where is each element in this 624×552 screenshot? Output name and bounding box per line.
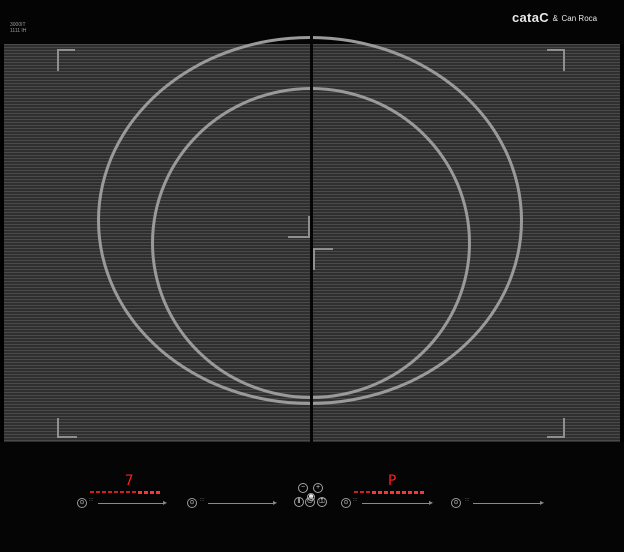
level-led-segment [120,491,124,493]
right-rear-zone-select-button[interactable]: ⊙ [451,498,461,508]
model-marking: 3000IT 1111 IH [10,22,27,34]
lock-button[interactable]: ⚿ [317,497,327,507]
right-rear-zone-slider-arrow-icon: ▸ [540,498,545,507]
right-zone-slider-arrow-icon: ▸ [429,498,434,507]
right-zone-mode-icons: ::: [353,497,358,503]
logo-brand-text: cata [512,10,540,25]
left-rear-zone-power-slider[interactable] [208,503,274,504]
level-led-segment [96,491,100,493]
level-led-segment [102,491,106,493]
level-led-segment [114,491,118,493]
level-led-segment [132,491,136,493]
right-rear-zone-power-slider[interactable] [473,503,541,504]
level-led-segment [138,490,142,494]
level-led-segment [372,490,376,494]
left-zone-power-display: 7 [125,473,134,489]
level-led-segment [402,490,406,494]
right-zone-power-display: P [388,473,397,489]
level-led-segment [366,491,370,493]
level-led-segment [396,490,400,494]
logo-ampersand: & [552,14,558,24]
logo-brand-mark: C [539,10,549,25]
left-zone-select-button[interactable]: ⊙ [77,498,87,508]
level-led-segment [390,490,394,494]
level-led-segment [108,491,112,493]
corner-mark-bottom-left [57,418,77,438]
corner-mark-bottom-right [547,418,565,438]
minus-button[interactable]: − [298,483,308,493]
power-button[interactable]: ⏻ [305,497,315,507]
right-zone-level-indicator [354,490,424,494]
level-led-segment [150,490,154,494]
left-rear-zone-mode-icons: ::: [200,497,205,503]
level-led-segment [144,490,148,494]
induction-hob: 3000IT 1111 IH cataC & Can Roca 7 ⊙ ::: … [0,0,624,552]
zone-divider-line [310,36,313,450]
left-zone-level-indicator [90,490,160,494]
corner-mark-top-left [57,49,75,71]
center-mark-left [288,216,310,238]
left-zone-power-slider[interactable] [98,503,164,504]
right-rear-zone-mode-icons: ::: [465,497,470,503]
right-zone-power-slider[interactable] [362,503,430,504]
left-rear-zone-slider-arrow-icon: ▸ [273,498,278,507]
right-zone-select-button[interactable]: ⊙ [341,498,351,508]
level-led-segment [378,490,382,494]
level-led-segment [360,491,364,493]
level-led-segment [408,490,412,494]
left-zone-slider-arrow-icon: ▸ [163,498,168,507]
corner-mark-top-right [547,49,565,71]
level-led-segment [90,491,94,493]
brand-logo: cataC & Can Roca [512,10,612,40]
level-led-segment [420,490,424,494]
level-led-segment [126,491,130,493]
level-led-segment [354,491,358,493]
plus-button[interactable]: + [313,483,323,493]
level-led-segment [414,490,418,494]
left-zone-mode-icons: ::: [89,497,94,503]
left-rear-zone-select-button[interactable]: ⊙ [187,498,197,508]
level-led-segment [384,490,388,494]
level-led-segment [156,490,160,494]
pause-button[interactable]: Ⅱ [294,497,304,507]
center-mark-right [313,248,333,270]
logo-partner: Can Roca [561,14,598,24]
